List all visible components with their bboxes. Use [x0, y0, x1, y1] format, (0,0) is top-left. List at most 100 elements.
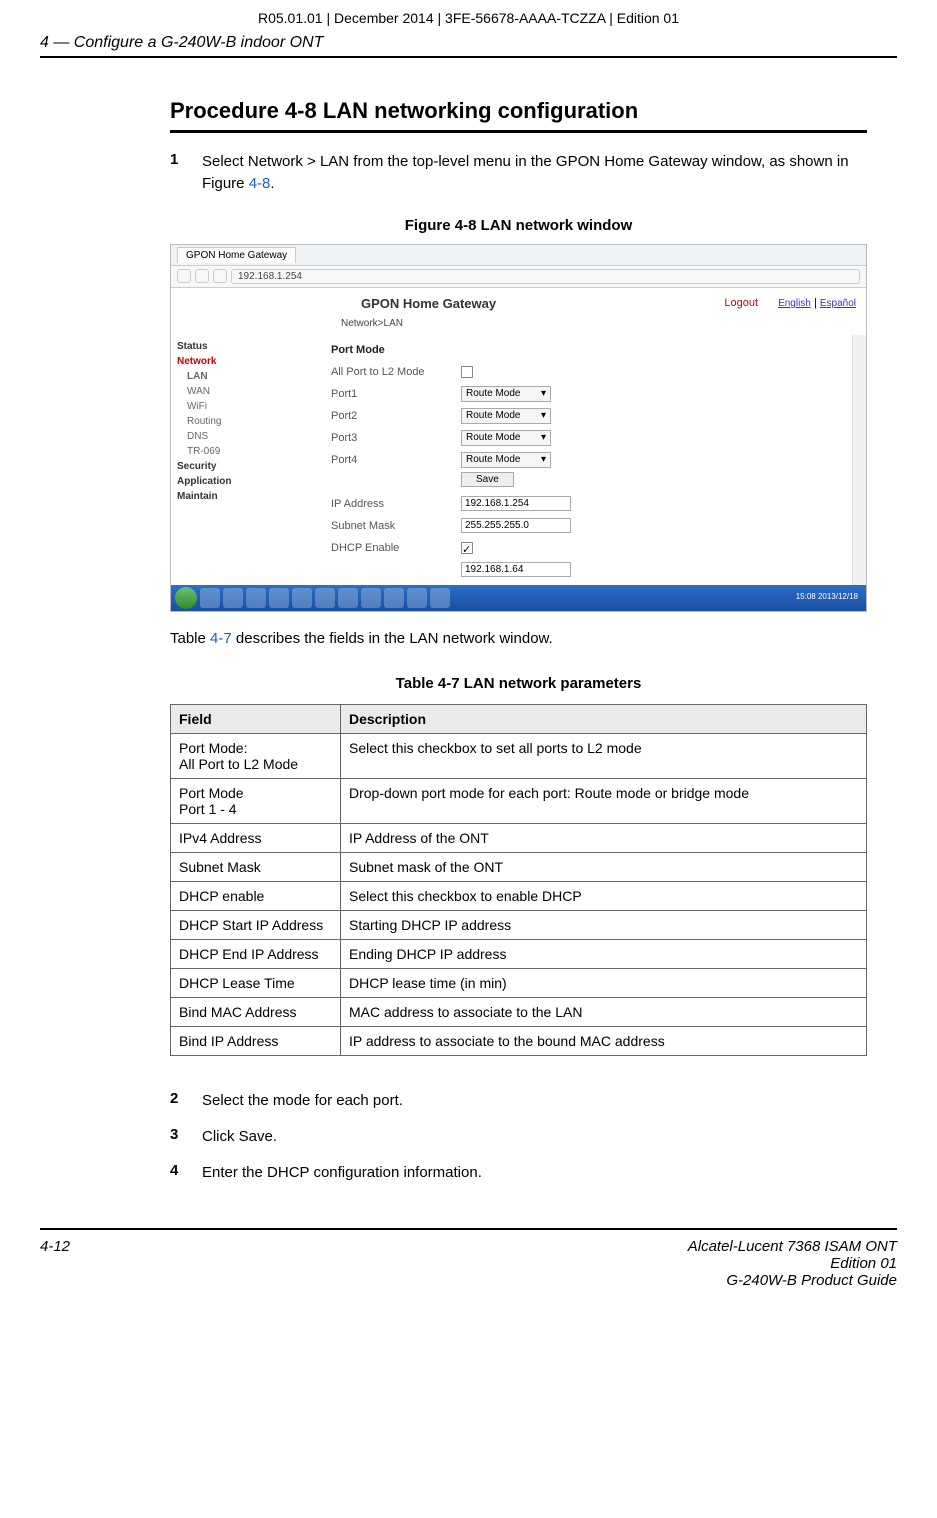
figure-xref[interactable]: 4-8 [249, 175, 271, 192]
sidebar-item-dns[interactable]: DNS [177, 429, 295, 444]
url-input[interactable]: 192.168.1.254 [231, 269, 860, 284]
forward-icon[interactable] [195, 269, 209, 283]
table-caption: Table 4-7 LAN network parameters [170, 675, 867, 692]
taskbar-icon[interactable] [430, 588, 450, 608]
taskbar: 15:08 2013/12/18 [171, 585, 866, 611]
footer-right: Alcatel-Lucent 7368 ISAM ONT Edition 01 … [688, 1238, 897, 1289]
scrollbar[interactable] [852, 335, 866, 585]
procedure-title: Procedure 4-8 LAN networking configurati… [170, 98, 867, 133]
taskbar-icon[interactable] [407, 588, 427, 608]
subnet-label: Subnet Mask [331, 520, 461, 532]
chevron-down-icon: ▾ [541, 454, 546, 465]
page-header: GPON Home Gateway Logout English | Españ… [171, 288, 866, 315]
step-text: Select Network > LAN from the top-level … [202, 153, 849, 192]
table-row: DHCP Lease TimeDHCP lease time (in min) [171, 969, 867, 998]
step-text-tail: . [270, 175, 274, 192]
table-row: Port Mode Port 1 - 4Drop-down port mode … [171, 779, 867, 824]
sidebar-item-routing[interactable]: Routing [177, 414, 295, 429]
table-row: Subnet MaskSubnet mask of the ONT [171, 853, 867, 882]
taskbar-icon[interactable] [361, 588, 381, 608]
sidebar-item-wifi[interactable]: WiFi [177, 399, 295, 414]
taskbar-icon[interactable] [246, 588, 266, 608]
table-row: Bind MAC AddressMAC address to associate… [171, 998, 867, 1027]
taskbar-icon[interactable] [223, 588, 243, 608]
step-number: 3 [170, 1126, 202, 1148]
page-number: 4-12 [40, 1238, 70, 1289]
logout-link[interactable]: Logout [724, 297, 758, 309]
back-icon[interactable] [177, 269, 191, 283]
sidebar-item-security[interactable]: Security [177, 459, 295, 474]
reload-icon[interactable] [213, 269, 227, 283]
sidebar-item-lan[interactable]: LAN [177, 369, 295, 384]
port1-select[interactable]: Route Mode▾ [461, 386, 551, 402]
table-row: DHCP Start IP AddressStarting DHCP IP ad… [171, 911, 867, 940]
table-row: DHCP enableSelect this checkbox to enabl… [171, 882, 867, 911]
ip-label: IP Address [331, 498, 461, 510]
lang-espanol[interactable]: Español [820, 298, 856, 309]
taskbar-icon[interactable] [200, 588, 220, 608]
sidebar-item-network[interactable]: Network [177, 354, 295, 369]
running-head: 4 — Configure a G-240W-B indoor ONT [40, 34, 897, 58]
figure-screenshot: GPON Home Gateway 192.168.1.254 GPON Hom… [170, 244, 867, 612]
all-l2-checkbox[interactable] [461, 366, 473, 378]
clock: 15:08 2013/12/18 [796, 593, 862, 602]
sidebar-item-maintain[interactable]: Maintain [177, 489, 295, 504]
dhcp-start-input[interactable]: 192.168.1.64 [461, 562, 571, 577]
step-body: Select the mode for each port. [202, 1090, 867, 1112]
port-mode-header: Port Mode [331, 344, 461, 356]
form-area: Port Mode All Port to L2 Mode Port1Route… [301, 335, 852, 585]
page-title: GPON Home Gateway [361, 296, 704, 311]
step-2: 2 Select the mode for each port. [170, 1090, 867, 1112]
chevron-down-icon: ▾ [541, 388, 546, 399]
port2-label: Port2 [331, 410, 461, 422]
col-field: Field [171, 705, 341, 734]
taskbar-icon[interactable] [338, 588, 358, 608]
port2-select[interactable]: Route Mode▾ [461, 408, 551, 424]
step-4: 4 Enter the DHCP configuration informati… [170, 1162, 867, 1184]
table-row: IPv4 AddressIP Address of the ONT [171, 824, 867, 853]
table-row: Bind IP AddressIP address to associate t… [171, 1027, 867, 1056]
chevron-down-icon: ▾ [541, 410, 546, 421]
subnet-input[interactable]: 255.255.255.0 [461, 518, 571, 533]
step-number: 2 [170, 1090, 202, 1112]
table-header-row: Field Description [171, 705, 867, 734]
save-button[interactable]: Save [461, 472, 514, 487]
languages: English | Español [778, 297, 856, 309]
browser-tabbar: GPON Home Gateway [171, 245, 866, 266]
sidebar-item-wan[interactable]: WAN [177, 384, 295, 399]
sidebar: Status Network LAN WAN WiFi Routing DNS … [171, 335, 301, 585]
step-number: 1 [170, 151, 202, 195]
taskbar-icon[interactable] [315, 588, 335, 608]
sidebar-item-status[interactable]: Status [177, 339, 295, 354]
sidebar-item-application[interactable]: Application [177, 474, 295, 489]
dhcp-enable-label: DHCP Enable [331, 542, 461, 554]
port3-select[interactable]: Route Mode▾ [461, 430, 551, 446]
sidebar-item-tr069[interactable]: TR-069 [177, 444, 295, 459]
taskbar-icon[interactable] [269, 588, 289, 608]
port4-label: Port4 [331, 454, 461, 466]
figure-caption: Figure 4-8 LAN network window [170, 217, 867, 234]
taskbar-icon[interactable] [384, 588, 404, 608]
ip-input[interactable]: 192.168.1.254 [461, 496, 571, 511]
port1-label: Port1 [331, 388, 461, 400]
port4-select[interactable]: Route Mode▾ [461, 452, 551, 468]
step-number: 4 [170, 1162, 202, 1184]
doc-meta-top: R05.01.01 | December 2014 | 3FE-56678-AA… [40, 10, 897, 26]
col-description: Description [341, 705, 867, 734]
all-l2-label: All Port to L2 Mode [331, 366, 461, 378]
chevron-down-icon: ▾ [541, 432, 546, 443]
step-body: Click Save. [202, 1126, 867, 1148]
page-footer: 4-12 Alcatel-Lucent 7368 ISAM ONT Editio… [40, 1228, 897, 1289]
step-3: 3 Click Save. [170, 1126, 867, 1148]
table-row: DHCP End IP AddressEnding DHCP IP addres… [171, 940, 867, 969]
lang-english[interactable]: English [778, 298, 811, 309]
dhcp-enable-checkbox[interactable]: ✓ [461, 542, 473, 554]
address-bar: 192.168.1.254 [171, 266, 866, 288]
browser-tab[interactable]: GPON Home Gateway [177, 247, 296, 263]
step-body: Enter the DHCP configuration information… [202, 1162, 867, 1184]
table-reference-text: Table 4-7 describes the fields in the LA… [170, 628, 867, 650]
start-icon[interactable] [175, 587, 197, 609]
table-row: Port Mode: All Port to L2 ModeSelect thi… [171, 734, 867, 779]
table-xref[interactable]: 4-7 [210, 630, 232, 647]
taskbar-icon[interactable] [292, 588, 312, 608]
